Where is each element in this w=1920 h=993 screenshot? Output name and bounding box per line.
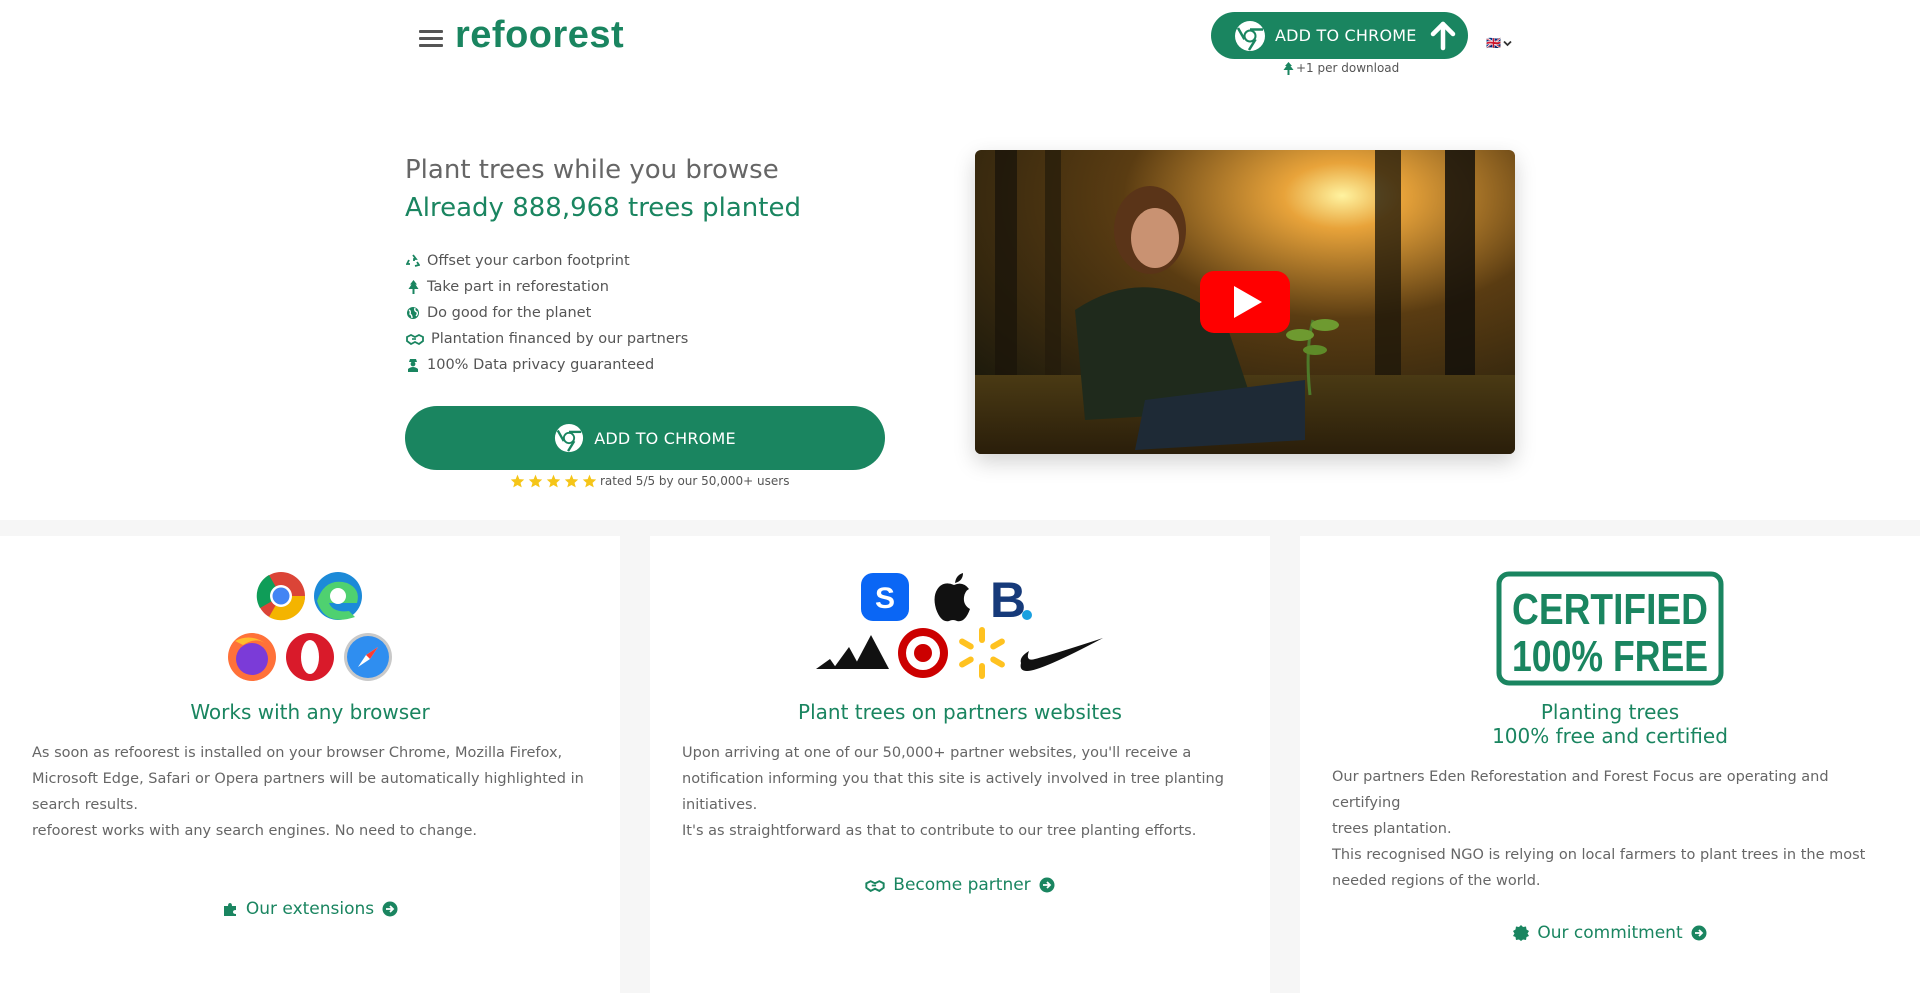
browser-card: Works with any browser As soon as refoor…: [0, 536, 620, 993]
card-description: As soon as refoorest is installed on you…: [32, 740, 592, 844]
chrome-logo-icon: [555, 423, 584, 453]
main-cta-label: ADD TO CHROME: [594, 428, 736, 448]
target-logo: [898, 628, 948, 678]
feature-item: Offset your carbon footprint: [405, 248, 688, 274]
card-description: Upon arriving at one of our 50,000+ part…: [682, 740, 1242, 844]
per-download-text: +1 per download: [1296, 61, 1400, 75]
feature-item: Take part in reforestation: [405, 274, 688, 300]
card-text-line: refoorest works with any search engines.…: [32, 823, 478, 839]
link-label: Our commitment: [1537, 923, 1683, 943]
tree-icon: [405, 280, 421, 294]
handshake-icon: [865, 879, 885, 892]
certified-card: CERTIFIED 100% FREE Planting trees 100% …: [1300, 536, 1920, 993]
card-text-line: trees plantation.: [1332, 821, 1452, 837]
chrome-icon: [256, 572, 306, 621]
header-cta-label: ADD TO CHROME: [1275, 26, 1417, 45]
feature-label: 100% Data privacy guaranteed: [427, 357, 655, 373]
link-label: Become partner: [893, 875, 1031, 895]
hero-title: Plant trees while you browse: [405, 155, 779, 185]
feature-list: Offset your carbon footprint Take part i…: [405, 248, 688, 378]
card-title-line: Planting trees: [1540, 700, 1680, 724]
star-icon: [582, 474, 597, 488]
link-label: Our extensions: [245, 899, 375, 919]
card-text-line: needed regions of the world.: [1332, 873, 1541, 889]
card-text-line: Microsoft Edge, Safari or Opera partners…: [32, 771, 584, 787]
badge-line-2: 100% FREE: [1512, 632, 1708, 681]
card-title: Works with any browser: [190, 700, 430, 724]
firefox-icon: [228, 633, 276, 681]
edge-icon: [314, 572, 362, 620]
shopify-logo: S: [861, 573, 909, 621]
svg-text:B: B: [990, 572, 1026, 628]
certified-free-badge: CERTIFIED 100% FREE: [1496, 571, 1724, 686]
video-thumbnail: [975, 150, 1515, 454]
nike-logo: [1020, 638, 1103, 671]
card-title: Plant trees on partners websites: [798, 700, 1122, 724]
header-add-to-chrome-button[interactable]: ADD TO CHROME: [1211, 12, 1468, 59]
feature-item: 100% Data privacy guaranteed: [405, 352, 688, 378]
browser-logos: [228, 572, 392, 681]
hamburger-menu-icon[interactable]: [419, 30, 443, 48]
card-title: Planting trees 100% free and certified: [1300, 700, 1920, 748]
safari-icon: [344, 633, 392, 681]
card-description: Our partners Eden Reforestation and Fore…: [1332, 764, 1892, 894]
adidas-logo: [816, 635, 889, 669]
per-download-note: +1 per download: [1283, 61, 1399, 75]
tree-icon: [1283, 61, 1294, 75]
card-text-line: search results.: [32, 797, 138, 813]
feature-item: Do good for the planet: [405, 300, 688, 326]
user-secret-icon: [405, 358, 421, 372]
feature-label: Offset your carbon footprint: [427, 253, 630, 269]
opera-icon: [286, 633, 334, 681]
chrome-logo-icon: [1235, 20, 1265, 51]
trees-planted-counter: Already 888,968 trees planted: [405, 193, 801, 223]
card-text-line: initiatives.: [682, 797, 758, 813]
card-text-line: It's as straightforward as that to contr…: [682, 823, 1197, 839]
our-commitment-link[interactable]: Our commitment: [1300, 923, 1920, 943]
partner-logos: S B: [816, 572, 1103, 679]
star-icon: [510, 474, 525, 488]
rating-text: rated 5/5 by our 50,000+ users: [600, 474, 790, 488]
feature-label: Do good for the planet: [427, 305, 592, 321]
feature-label: Take part in reforestation: [427, 279, 609, 295]
handshake-icon: [405, 332, 425, 346]
walmart-logo: [959, 627, 1005, 679]
apple-logo: [934, 573, 970, 622]
chevron-down-icon: [1503, 40, 1512, 46]
user-rating: rated 5/5 by our 50,000+ users: [510, 474, 789, 488]
our-extensions-link[interactable]: Our extensions: [0, 899, 620, 919]
star-icon: [564, 474, 579, 488]
arrow-up-icon: [1430, 21, 1455, 50]
svg-text:S: S: [875, 582, 895, 615]
partners-card: S B Plant trees on partners websites Upo…: [650, 536, 1270, 993]
star-icon: [546, 474, 561, 488]
language-flag: 🇬🇧: [1486, 36, 1501, 50]
add-to-chrome-button[interactable]: ADD TO CHROME: [405, 406, 885, 470]
arrow-circle-right-icon: [1039, 877, 1055, 893]
card-text-line: Our partners Eden Reforestation and Fore…: [1332, 769, 1829, 811]
certificate-icon: [1513, 925, 1530, 941]
feature-label: Plantation financed by our partners: [431, 331, 689, 347]
language-selector[interactable]: 🇬🇧: [1486, 36, 1512, 50]
arrow-circle-right-icon: [382, 901, 398, 917]
card-title-line: 100% free and certified: [1492, 724, 1728, 748]
feature-item: Plantation financed by our partners: [405, 326, 688, 352]
badge-line-1: CERTIFIED: [1512, 585, 1708, 634]
site-logo[interactable]: refoorest: [455, 14, 624, 57]
become-partner-link[interactable]: Become partner: [650, 875, 1270, 895]
promo-video-player[interactable]: [975, 150, 1515, 454]
card-text-line: This recognised NGO is relying on local …: [1332, 847, 1866, 863]
card-text-line: As soon as refoorest is installed on you…: [32, 745, 563, 761]
recycle-icon: [405, 254, 421, 268]
puzzle-icon: [223, 903, 236, 916]
booking-logo: B: [990, 572, 1032, 628]
arrow-circle-right-icon: [1691, 925, 1707, 941]
card-text-line: notification informing you that this sit…: [682, 771, 1224, 787]
card-text-line: Upon arriving at one of our 50,000+ part…: [682, 745, 1192, 761]
star-icon: [528, 474, 543, 488]
globe-icon: [405, 306, 421, 320]
